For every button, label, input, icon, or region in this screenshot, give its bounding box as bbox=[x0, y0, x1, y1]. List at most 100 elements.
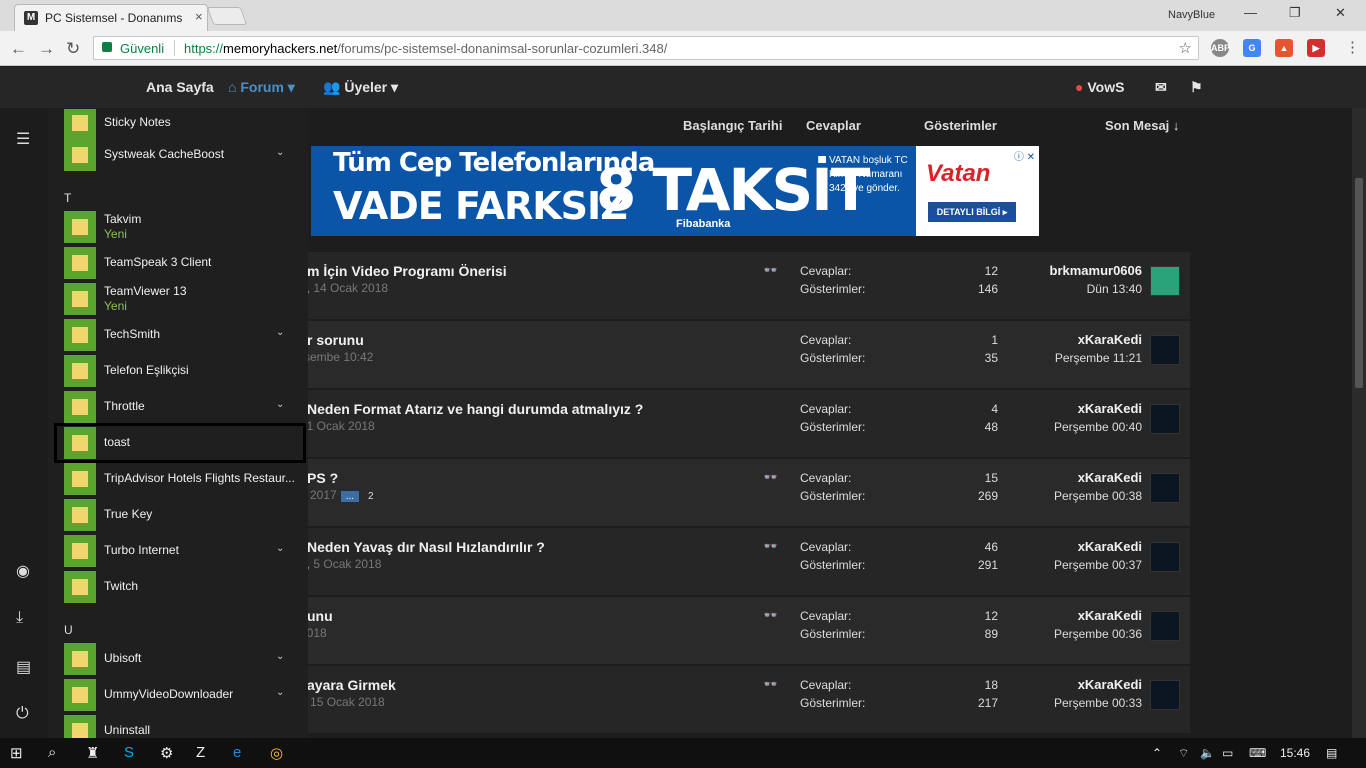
nav-forum[interactable]: ⌂ Forum ▾ bbox=[228, 79, 295, 96]
last-post-time[interactable]: Perşembe 00:36 bbox=[1054, 627, 1142, 641]
restore-icon[interactable]: ❐ bbox=[1289, 5, 1301, 21]
thread-row[interactable]: Neden Yavaş dır Nasıl Hızlandırılır ? o, … bbox=[300, 528, 1190, 595]
address-bar[interactable]: Güvenli https://memoryhackers.net/forums… bbox=[93, 36, 1199, 60]
flag-icon[interactable]: ⚑ bbox=[1190, 79, 1203, 96]
avatar[interactable] bbox=[1150, 335, 1180, 365]
thread-row[interactable]: unu 2018 👓 Cevaplar: Gösterimler: 12 89 xKaraK… bbox=[300, 597, 1190, 664]
power-icon[interactable]: ⏻ bbox=[16, 705, 29, 723]
start-app-item[interactable]: Uninstall bbox=[56, 713, 304, 738]
start-app-item[interactable]: TripAdvisor Hotels Flights Restaur... bbox=[56, 461, 304, 497]
nav-home[interactable]: Ana Sayfa bbox=[146, 79, 214, 95]
minimize-icon[interactable]: — bbox=[1244, 5, 1257, 20]
avatar[interactable] bbox=[1150, 473, 1180, 503]
last-post-time[interactable]: Perşembe 00:38 bbox=[1054, 489, 1142, 503]
col-views[interactable]: Gösterimler bbox=[924, 118, 997, 133]
edge-icon[interactable]: e bbox=[233, 744, 241, 761]
profile-name[interactable]: NavyBlue bbox=[1168, 9, 1215, 21]
start-app-item[interactable]: Takvim Yeni bbox=[56, 209, 304, 245]
chevron-down-icon[interactable]: ⌄ bbox=[276, 147, 284, 158]
start-app-item[interactable]: TechSmith ⌄ bbox=[56, 317, 304, 353]
last-poster[interactable]: xKaraKedi bbox=[1078, 539, 1142, 554]
last-poster[interactable]: xKaraKedi bbox=[1078, 677, 1142, 692]
ad-banner[interactable]: Tüm Cep Telefonlarında VADE FARKSIZ 8 TA… bbox=[311, 146, 1039, 236]
volume-icon[interactable]: 🔈 bbox=[1200, 746, 1215, 760]
start-app-item[interactable]: Throttle ⌄ bbox=[56, 389, 304, 425]
col-start-date[interactable]: Başlangıç Tarihi bbox=[683, 118, 782, 133]
adblock-icon[interactable]: ABP bbox=[1211, 39, 1230, 57]
start-app-item[interactable]: Turbo Internet ⌄ bbox=[56, 533, 304, 569]
last-poster[interactable]: xKaraKedi bbox=[1078, 608, 1142, 623]
last-poster[interactable]: xKaraKedi bbox=[1078, 470, 1142, 485]
last-post-time[interactable]: Dün 13:40 bbox=[1087, 282, 1142, 296]
avatar[interactable] bbox=[1150, 404, 1180, 434]
user-menu[interactable]: ● VowS bbox=[1075, 79, 1124, 95]
start-app-item[interactable]: True Key bbox=[56, 497, 304, 533]
downloads-icon[interactable]: ⤓ bbox=[16, 609, 23, 627]
chrome-menu-icon[interactable]: ⋮ bbox=[1345, 38, 1360, 56]
chevron-down-icon[interactable]: ⌄ bbox=[276, 399, 284, 410]
chrome-icon[interactable]: ◎ bbox=[270, 744, 283, 762]
last-poster[interactable]: brkmamur0606 bbox=[1050, 263, 1143, 278]
avatar[interactable] bbox=[1150, 542, 1180, 572]
mail-icon[interactable]: ✉ bbox=[1155, 79, 1167, 96]
thread-row[interactable]: m İçin Video Programı Önerisi 6, 14 Ocak … bbox=[300, 252, 1190, 319]
chevron-down-icon[interactable]: ⌄ bbox=[276, 543, 284, 554]
thread-title[interactable]: Neden Yavaş dır Nasıl Hızlandırılır ? bbox=[307, 539, 545, 555]
back-icon[interactable]: ← bbox=[10, 39, 27, 59]
avatar[interactable] bbox=[1150, 680, 1180, 710]
start-app-item[interactable]: UmmyVideoDownloader ⌄ bbox=[56, 677, 304, 713]
thread-row[interactable]: PS ? n 2017... 2 👓 Cevaplar: Gösterimler: 15 2… bbox=[300, 459, 1190, 526]
start-app-item[interactable]: TeamSpeak 3 Client bbox=[56, 245, 304, 281]
avatar[interactable] bbox=[1150, 611, 1180, 641]
thread-title[interactable]: PS ? bbox=[307, 470, 338, 486]
thread-row[interactable]: ayara Girmek r, 15 Ocak 2018 👓 Cevaplar: Gös… bbox=[300, 666, 1190, 733]
start-app-item[interactable]: Ubisoft ⌄ bbox=[56, 641, 304, 677]
new-tab-button[interactable] bbox=[206, 7, 248, 25]
forward-icon[interactable]: → bbox=[38, 39, 55, 59]
file-explorer-icon[interactable]: ▤ bbox=[16, 657, 31, 677]
chevron-down-icon[interactable]: ⌄ bbox=[276, 651, 284, 662]
wifi-icon[interactable]: ⌔ bbox=[1178, 746, 1189, 761]
ad-info-icon[interactable]: ⓘ ✕ bbox=[1014, 148, 1035, 163]
tray-chevron-icon[interactable]: ⌃ bbox=[1152, 746, 1162, 760]
last-post-time[interactable]: Perşembe 11:21 bbox=[1055, 351, 1142, 365]
scroll-thumb[interactable] bbox=[1355, 178, 1363, 388]
last-post-time[interactable]: Perşembe 00:40 bbox=[1054, 420, 1142, 434]
thread-title[interactable]: unu bbox=[307, 608, 333, 624]
app-icon[interactable]: ♜ bbox=[86, 744, 99, 762]
battery-icon[interactable]: ▭ bbox=[1222, 746, 1233, 760]
reload-icon[interactable]: ↻ bbox=[66, 39, 80, 59]
chevron-down-icon[interactable]: ⌄ bbox=[276, 327, 284, 338]
action-center-icon[interactable]: ▤ bbox=[1326, 746, 1337, 760]
bookmark-star-icon[interactable]: ☆ bbox=[1179, 39, 1192, 57]
close-window-icon[interactable]: ✕ bbox=[1335, 5, 1346, 21]
thread-row[interactable]: Neden Format Atarız ve hangi durumda atm… bbox=[300, 390, 1190, 457]
close-tab-icon[interactable]: × bbox=[195, 9, 203, 24]
start-app-item[interactable]: toast bbox=[54, 423, 306, 463]
windows-start-icon[interactable]: ⊞ bbox=[10, 744, 23, 762]
clock[interactable]: 15:46 bbox=[1280, 746, 1310, 760]
last-poster[interactable]: xKaraKedi bbox=[1078, 401, 1142, 416]
app-z-icon[interactable]: Z bbox=[196, 744, 205, 761]
browser-tab[interactable]: M PC Sistemsel - Donanıms × bbox=[14, 4, 208, 31]
extension-red-icon[interactable]: ▶ bbox=[1307, 39, 1325, 57]
chevron-down-icon[interactable]: ⌄ bbox=[276, 687, 284, 698]
col-last-message[interactable]: Son Mesaj ↓ bbox=[1105, 118, 1179, 133]
page-link[interactable]: 2 bbox=[363, 491, 379, 502]
last-post-time[interactable]: Perşembe 00:37 bbox=[1054, 558, 1142, 572]
avatar[interactable] bbox=[1150, 266, 1180, 296]
page-scrollbar[interactable] bbox=[1352, 108, 1366, 738]
hamburger-icon[interactable]: ☰ bbox=[16, 129, 30, 149]
keyboard-icon[interactable]: ⌨ bbox=[1249, 746, 1266, 760]
last-poster[interactable]: xKaraKedi bbox=[1078, 332, 1142, 347]
search-icon[interactable]: ⌕ bbox=[48, 744, 56, 761]
detail-button[interactable]: DETAYLI BİLGİ ▸ bbox=[928, 202, 1016, 222]
thread-title[interactable]: ayara Girmek bbox=[307, 677, 396, 693]
start-app-item[interactable]: TeamViewer 13 Yeni bbox=[56, 281, 304, 317]
url-text[interactable]: https://memoryhackers.net/forums/pc-sist… bbox=[184, 41, 667, 56]
nav-members[interactable]: 👥 Üyeler ▾ bbox=[323, 79, 398, 96]
start-app-item[interactable]: Twitch bbox=[56, 569, 304, 605]
start-app-item[interactable]: Systweak CacheBoost ⌄ bbox=[56, 137, 304, 173]
account-avatar-icon[interactable]: ◉ bbox=[16, 561, 30, 581]
translate-icon[interactable]: G bbox=[1243, 39, 1261, 57]
